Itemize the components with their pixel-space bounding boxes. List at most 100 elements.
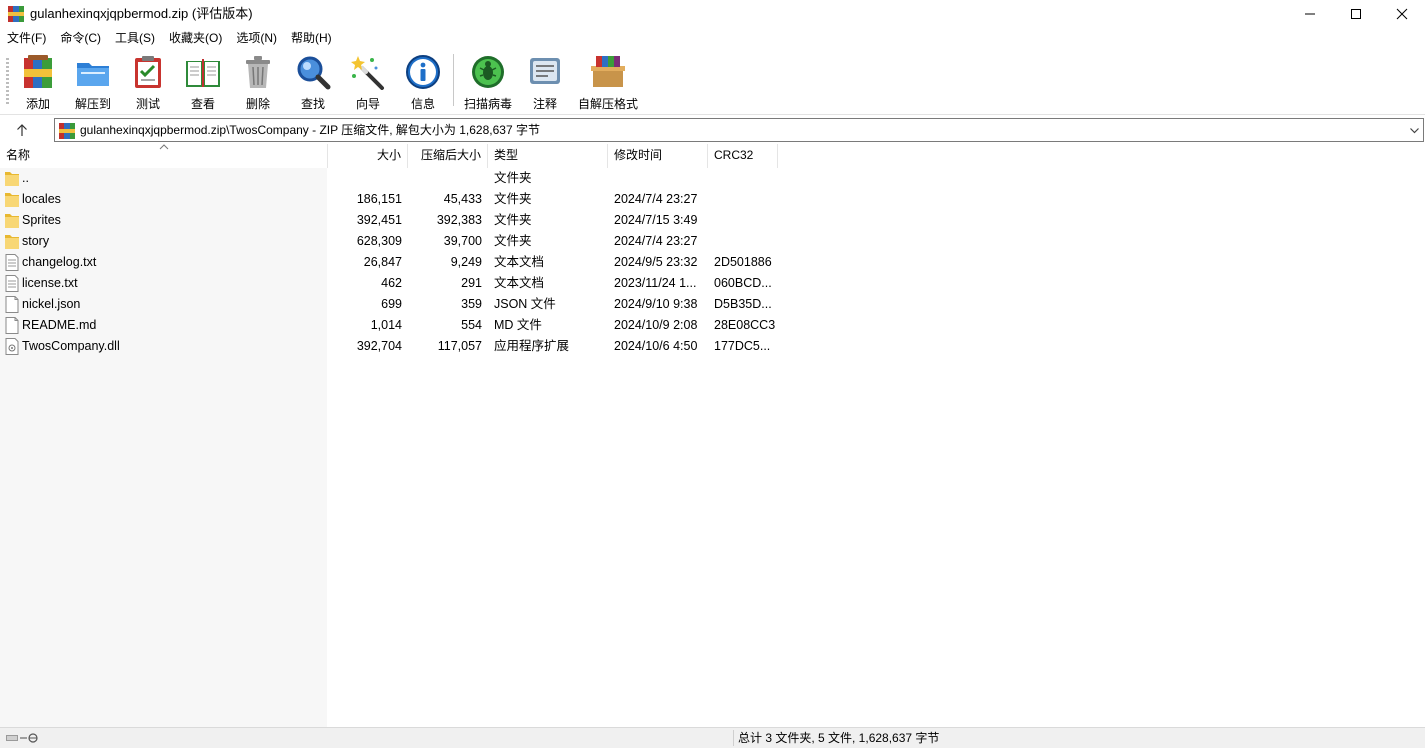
menu-help[interactable]: 帮助(H) [284,28,339,48]
cell-name: nickel.json [22,297,81,311]
cell-size: 628,309 [356,234,402,248]
cell-packed: 45,433 [443,192,482,206]
virus-scan-label: 扫描病毒 [463,97,512,111]
close-button[interactable] [1379,0,1425,28]
cell-mtime: 2024/10/6 4:50 [614,339,698,353]
address-row: gulanhexinqxjqpbermod.zip\TwosCompany - … [0,114,1425,144]
cell-packed: 554 [461,318,482,332]
cell-size: 26,847 [363,255,402,269]
comment-label: 注释 [532,97,557,111]
column-header-mtime[interactable]: 修改时间 [608,144,708,168]
column-header-size[interactable]: 大小 [328,144,408,168]
delete-button[interactable]: 删除 [230,52,286,112]
find-button[interactable]: 查找 [285,52,341,112]
column-header-type[interactable]: 类型 [488,144,608,168]
cell-crc: 2D501886 [714,255,772,269]
add-archive-icon [24,55,52,88]
cell-crc [714,189,778,210]
minimize-button[interactable] [1287,0,1333,28]
folder-icon [5,214,19,228]
file-row[interactable]: README.md 1,014 554 MD 文件 2024/10/9 2:08 28E0… [0,315,780,336]
title-bar[interactable]: gulanhexinqxjqpbermod.zip (评估版本) [0,0,1425,28]
test-button[interactable]: 测试 [120,52,176,112]
file-row[interactable]: changelog.txt 26,847 9,249 文本文档 2024/9/5 23:… [0,252,780,273]
folder-icon [5,172,19,186]
file-list[interactable]: 名称 大小 压缩后大小 类型 修改时间 CRC32 .. 文件夹 locales 18… [0,144,1425,727]
view-button[interactable]: 查看 [175,52,231,112]
arrow-up-icon [17,124,27,136]
folder-icon [5,193,19,207]
cell-mtime: 2024/7/4 23:27 [614,234,698,248]
column-crc-label: CRC32 [714,148,754,162]
cell-size: 699 [381,297,402,311]
info-icon [406,55,440,89]
test-clipboard-icon [135,56,161,88]
toolbar-separator [453,54,454,106]
cell-size: 186,151 [356,192,402,206]
winrar-window: gulanhexinqxjqpbermod.zip (评估版本) 文件(F) 命… [0,0,1425,748]
maximize-button[interactable] [1333,0,1379,28]
column-size-label: 大小 [376,148,401,162]
drive-network-icon[interactable] [5,732,41,744]
cell-mtime: 2024/9/10 9:38 [614,297,698,311]
cell-name: license.txt [22,276,78,290]
column-name-label: 名称 [6,148,31,162]
chevron-down-icon[interactable] [1409,125,1420,136]
magnifier-icon [297,56,331,90]
cell-type: 文件夹 [494,171,532,185]
comment-icon [530,58,560,84]
cell-type: 文本文档 [494,276,545,290]
info-button[interactable]: 信息 [395,52,451,112]
status-bar: 总计 3 文件夹, 5 文件, 1,628,637 字节 [0,727,1425,748]
winrar-app-icon [8,6,24,22]
sfx-label: 自解压格式 [577,97,638,111]
extract-to-button[interactable]: 解压到 [65,52,121,112]
cell-packed: 9,249 [450,255,482,269]
cell-packed: 291 [461,276,482,290]
cell-name: story [22,234,50,248]
file-row[interactable]: TwosCompany.dll 392,704 117,057 应用程序扩展 2024/… [0,336,780,357]
cell-size [330,168,402,189]
file-row[interactable]: story 628,309 39,700 文件夹 2024/7/4 23:27 [0,231,780,252]
toolbar: 添加 解压到 测试 查看 删除 查找 向导 信息 扫描病毒 注释 自解压格式 [0,48,1425,114]
cell-mtime: 2024/9/5 23:32 [614,255,698,269]
cell-crc [714,168,778,189]
file-row[interactable]: Sprites 392,451 392,383 文件夹 2024/7/15 3:49 [0,210,780,231]
file-row[interactable]: locales 186,151 45,433 文件夹 2024/7/4 23:27 [0,189,780,210]
virus-scan-button[interactable]: 扫描病毒 [460,52,516,112]
address-bar[interactable]: gulanhexinqxjqpbermod.zip\TwosCompany - … [54,118,1424,142]
column-header-packed[interactable]: 压缩后大小 [408,144,488,168]
file-row[interactable]: license.txt 462 291 文本文档 2023/11/24 1... 060B… [0,273,780,294]
up-folder-button[interactable] [8,119,36,141]
minimize-icon [1305,13,1315,15]
cell-crc: 28E08CC3 [714,318,776,332]
cell-name: .. [22,171,29,185]
cell-packed [410,168,482,189]
cell-crc [714,210,778,231]
comment-button[interactable]: 注释 [517,52,573,112]
sfx-box-icon [591,56,625,87]
trash-icon [246,56,270,88]
window-title: gulanhexinqxjqpbermod.zip (评估版本) [30,6,253,21]
menu-bar: 文件(F) 命令(C) 工具(S) 收藏夹(O) 选项(N) 帮助(H) [0,28,1425,48]
menu-options[interactable]: 选项(N) [229,28,284,48]
cell-type: 文件夹 [494,192,532,206]
info-label: 信息 [410,97,435,111]
column-header-crc[interactable]: CRC32 [708,144,778,168]
column-header-name[interactable]: 名称 [0,144,328,168]
menu-tools[interactable]: 工具(S) [108,28,162,48]
cell-mtime [614,168,706,189]
wizard-button[interactable]: 向导 [340,52,396,112]
text-file-icon [5,275,19,292]
add-button[interactable]: 添加 [10,52,66,112]
menu-favorites[interactable]: 收藏夹(O) [162,28,229,48]
sfx-button[interactable]: 自解压格式 [578,52,638,112]
cell-mtime: 2024/7/15 3:49 [614,213,698,227]
cell-packed: 39,700 [443,234,482,248]
file-row[interactable]: .. 文件夹 [0,168,780,189]
cell-crc [714,231,778,252]
menu-commands[interactable]: 命令(C) [53,28,108,48]
file-row[interactable]: nickel.json 699 359 JSON 文件 2024/9/10 9:38 D5… [0,294,780,315]
cell-size: 392,704 [356,339,402,353]
menu-file[interactable]: 文件(F) [0,28,53,48]
